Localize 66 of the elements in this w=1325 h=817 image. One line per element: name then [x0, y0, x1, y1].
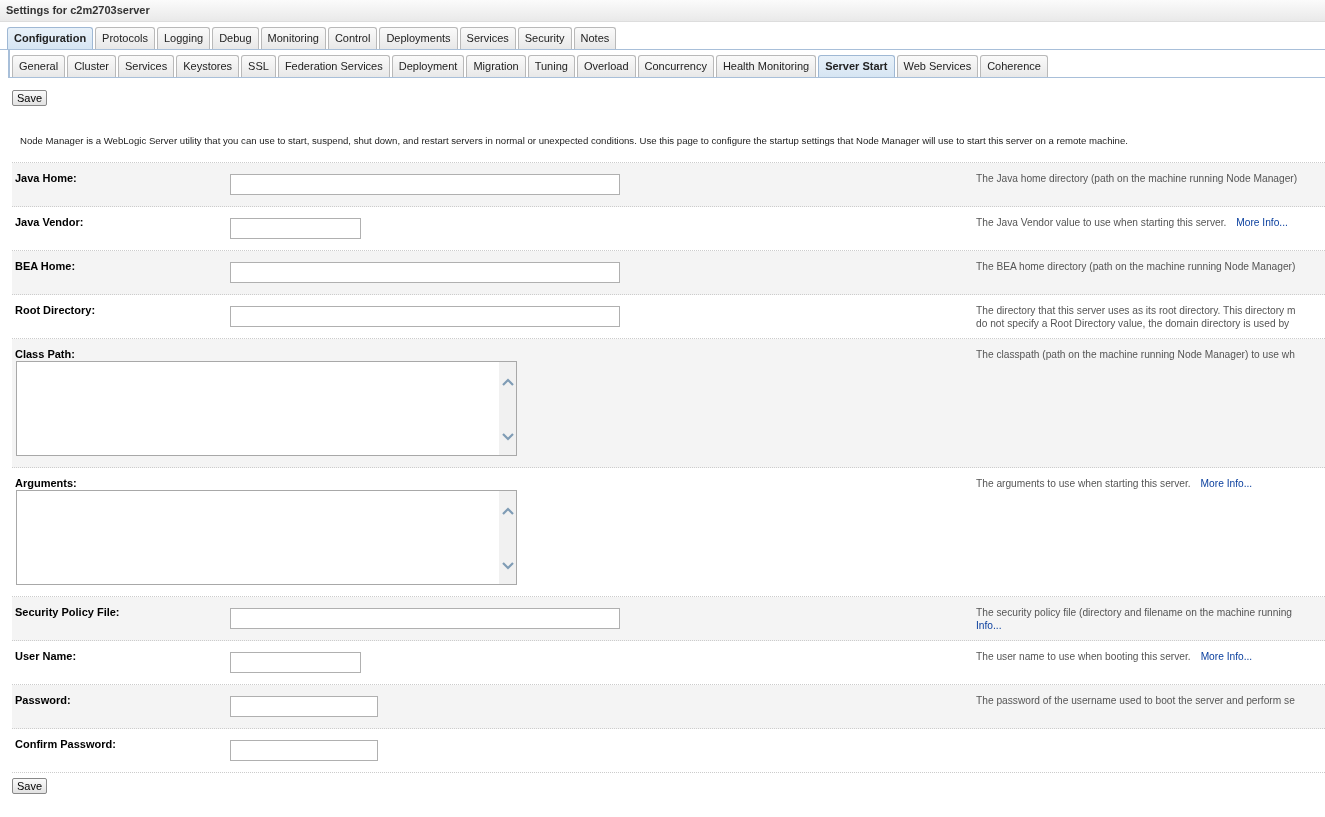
input-field[interactable] — [230, 652, 361, 673]
tab[interactable]: Monitoring — [260, 27, 326, 49]
field-label: BEA Home: — [14, 260, 77, 274]
input-field[interactable] — [230, 174, 620, 195]
field-label: Root Directory: — [14, 304, 97, 318]
input-field[interactable] — [230, 740, 378, 761]
tab[interactable]: Migration — [466, 55, 526, 77]
tab[interactable]: Security — [517, 27, 572, 49]
tab[interactable]: Logging — [156, 27, 211, 49]
help-text: The Java Vendor value to use when starting this server. — [976, 217, 1227, 228]
scroll-up-icon[interactable] — [501, 378, 514, 386]
field-label: User Name: — [14, 650, 78, 664]
tab[interactable]: Deployment — [391, 55, 465, 77]
scroll-up-icon[interactable] — [501, 507, 514, 515]
input-field[interactable] — [230, 262, 620, 283]
tab[interactable]: Deployments — [379, 27, 458, 49]
tab[interactable]: Coherence — [980, 55, 1048, 77]
tab[interactable]: Services — [459, 27, 516, 49]
more-info-link[interactable]: More Info... — [1200, 651, 1253, 662]
scroll-down-icon[interactable] — [501, 433, 514, 441]
save-button[interactable]: Save — [12, 778, 48, 794]
input-field[interactable] — [230, 608, 620, 629]
help-text: The arguments to use when starting this server. — [976, 478, 1191, 489]
save-button[interactable]: Save — [12, 90, 48, 106]
help-text: The BEA home directory (path on the machine running Node Manager) — [976, 261, 1296, 272]
more-info-link[interactable]: More Info... — [1200, 478, 1253, 489]
help-text: The password of the username used to boot the server and perform se — [976, 695, 1295, 706]
field-label: Security Policy File: — [14, 606, 121, 620]
field-label: Arguments: — [14, 477, 78, 489]
help-text: The classpath (path on the machine running Node Manager) to use wh — [976, 349, 1295, 360]
tab[interactable]: Control — [327, 27, 378, 49]
tab[interactable]: SSL — [241, 55, 276, 77]
help-text: The security policy file (directory and filename on the machine running — [976, 607, 1292, 618]
tab[interactable]: Concurrency — [637, 55, 714, 77]
tab[interactable]: Services — [118, 55, 175, 77]
tab[interactable]: Health Monitoring — [715, 55, 817, 77]
scroll-down-icon[interactable] — [501, 562, 514, 570]
more-info-link[interactable]: Info... — [976, 620, 1002, 631]
input-field[interactable] — [230, 696, 378, 717]
input-field[interactable] — [230, 306, 620, 327]
help-text: The user name to use when booting this server. — [976, 651, 1191, 662]
tab[interactable]: Overload — [576, 55, 636, 77]
tab[interactable]: General — [12, 55, 66, 77]
tab[interactable]: Protocols — [95, 27, 155, 49]
field-label: Confirm Password: — [14, 738, 117, 752]
tab[interactable]: Notes — [573, 27, 617, 49]
tab[interactable]: Cluster — [67, 55, 116, 77]
text-area[interactable] — [16, 361, 517, 456]
tab[interactable]: Debug — [212, 27, 259, 49]
text-area[interactable] — [16, 490, 517, 585]
tab[interactable]: Configuration — [7, 27, 94, 49]
input-field[interactable] — [230, 218, 361, 239]
help-text: do not specify a Root Directory value, the domain directory is used by — [976, 318, 1290, 329]
tab[interactable]: Server Start — [818, 55, 895, 77]
more-info-link[interactable]: More Info... — [1236, 217, 1288, 228]
tab[interactable]: Tuning — [527, 55, 575, 77]
tab[interactable]: Federation Services — [277, 55, 390, 77]
field-label: Java Home: — [14, 172, 78, 186]
help-text: The directory that this server uses as its root directory. This directory m — [976, 305, 1296, 316]
help-text: The Java home directory (path on the machine running Node Manager) — [976, 173, 1298, 184]
field-label: Java Vendor: — [14, 216, 85, 230]
tab[interactable]: Web Services — [896, 55, 979, 77]
tab[interactable]: Keystores — [176, 55, 240, 77]
field-label: Password: — [14, 694, 72, 708]
window-title: Settings for c2m2703server — [0, 0, 1325, 22]
field-label: Class Path: — [14, 348, 76, 360]
